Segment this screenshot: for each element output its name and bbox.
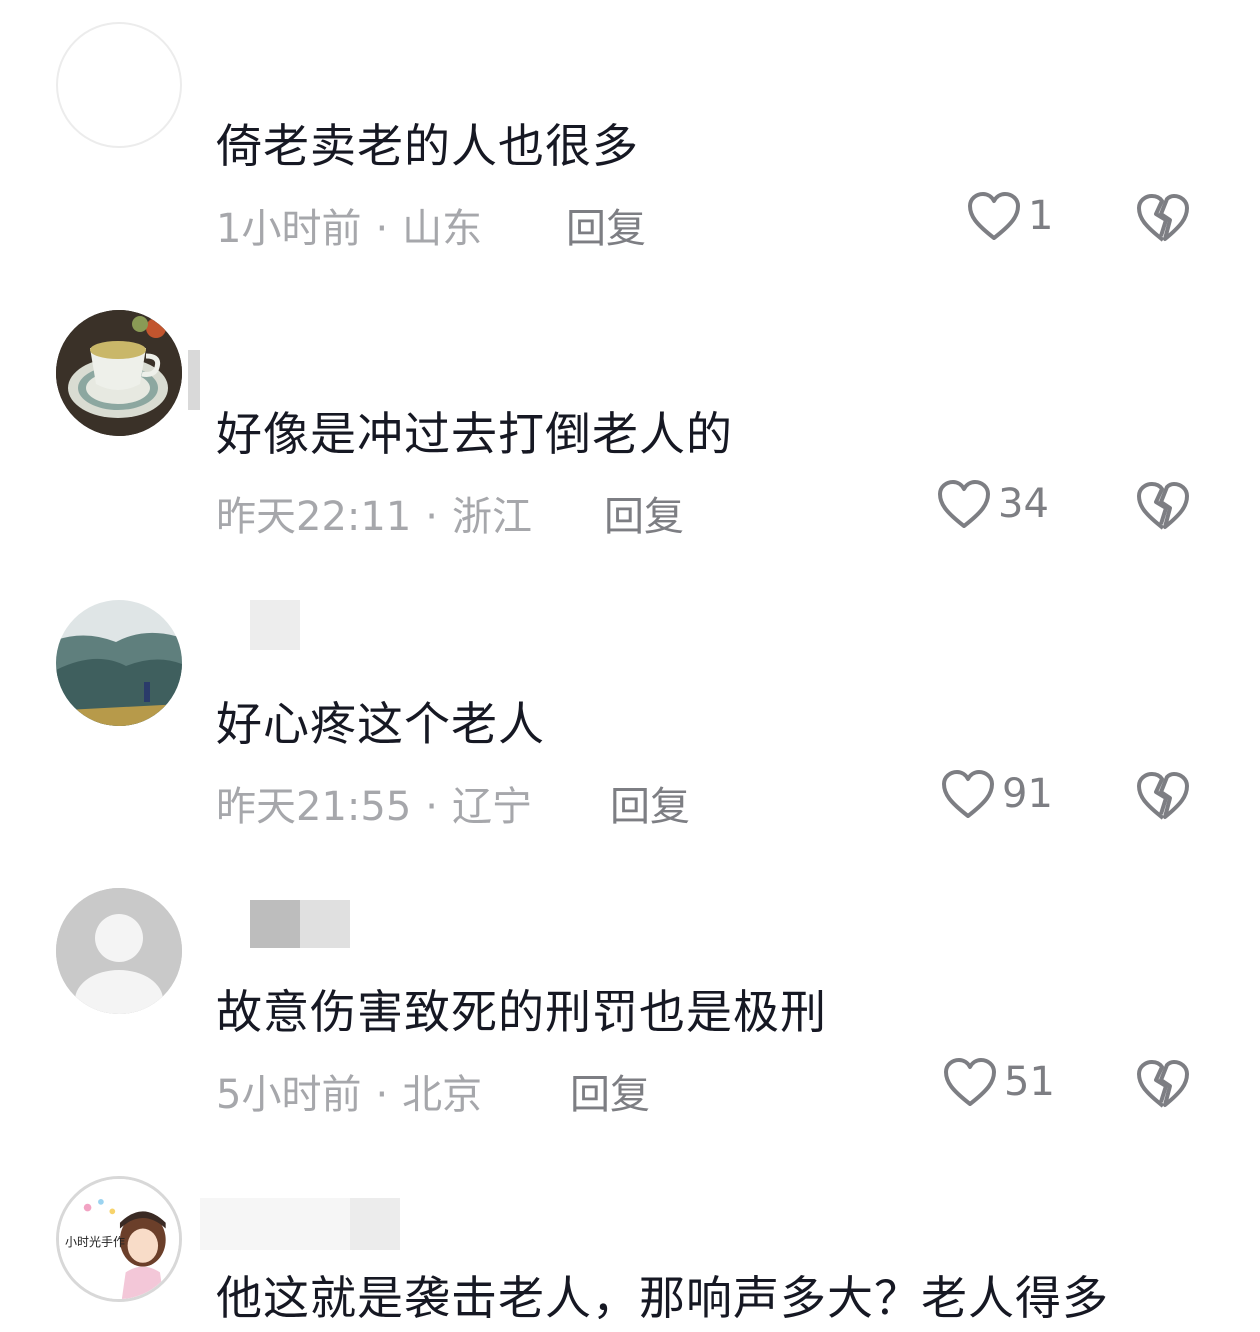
like-count: 91 <box>1002 771 1053 817</box>
blurred-username <box>188 350 200 410</box>
blurred-username <box>200 1198 350 1250</box>
reply-button[interactable]: 回复 <box>566 196 646 254</box>
separator: · <box>375 206 389 252</box>
comment-time: 1小时前 <box>216 206 362 252</box>
heart-outline-icon <box>938 480 990 528</box>
separator: · <box>425 784 438 830</box>
heart-outline-icon <box>944 1058 996 1106</box>
avatar[interactable] <box>56 888 182 1014</box>
separator: · <box>425 494 438 540</box>
reply-button[interactable]: 回复 <box>610 774 690 832</box>
dislike-button[interactable] <box>1134 192 1192 244</box>
tea-cup-image <box>56 310 182 436</box>
mountain-image <box>56 600 182 726</box>
comment-item: 倚老卖老的人也很多 1小时前 · 山东 回复 1 <box>0 22 1260 312</box>
comment-item: 好像是冲过去打倒老人的 昨天22:11 · 浙江 回复 34 <box>0 310 1260 600</box>
like-button[interactable]: 91 <box>940 768 1053 820</box>
comment-location: 北京 <box>402 1072 483 1118</box>
comment-location: 浙江 <box>452 494 532 540</box>
comment-text: 他这就是袭击老人，那响声多大？老人得多 <box>216 1271 1109 1325</box>
heart-outline-icon <box>968 192 1020 240</box>
like-button[interactable]: 1 <box>966 190 1053 242</box>
dislike-button[interactable] <box>1134 480 1192 532</box>
reply-button[interactable]: 回复 <box>570 1062 650 1120</box>
avatar[interactable] <box>56 310 182 436</box>
dislike-button[interactable] <box>1134 1058 1192 1110</box>
like-button[interactable]: 51 <box>942 1056 1055 1108</box>
blurred-username <box>350 1198 400 1250</box>
like-count: 1 <box>1028 193 1054 239</box>
avatar[interactable] <box>56 22 182 148</box>
comment-meta: 昨天21:55 · 辽宁 <box>216 774 532 832</box>
comment-time: 5小时前 <box>216 1072 362 1118</box>
comment-text: 好心疼这个老人 <box>216 697 545 751</box>
comment-item: 故意伤害致死的刑罚也是极刑 5小时前 · 北京 回复 51 <box>0 888 1260 1178</box>
blurred-username <box>300 900 350 948</box>
heart-outline-icon <box>942 770 994 818</box>
avatar[interactable] <box>56 600 182 726</box>
comment-text: 倚老卖老的人也很多 <box>216 119 639 173</box>
avatar-text: 小时光手作 <box>65 1235 126 1249</box>
dislike-button[interactable] <box>1134 770 1192 822</box>
like-count: 51 <box>1004 1059 1055 1105</box>
like-button[interactable]: 34 <box>936 478 1049 530</box>
comment-meta: 昨天22:11 · 浙江 <box>216 484 532 542</box>
default-user-icon <box>56 888 182 1014</box>
comment-location: 山东 <box>402 206 483 252</box>
comment-location: 辽宁 <box>452 784 532 830</box>
like-count: 34 <box>998 481 1049 527</box>
reply-button[interactable]: 回复 <box>604 484 684 542</box>
broken-heart-icon <box>1137 482 1189 530</box>
broken-heart-icon <box>1137 1060 1189 1108</box>
comment-text: 故意伤害致死的刑罚也是极刑 <box>216 985 827 1039</box>
comment-time: 昨天22:11 <box>216 494 412 540</box>
comment-text: 好像是冲过去打倒老人的 <box>216 407 733 461</box>
comment-item: 好心疼这个老人 昨天21:55 · 辽宁 回复 91 <box>0 600 1260 890</box>
separator: · <box>375 1072 389 1118</box>
avatar[interactable]: 小时光手作 <box>56 1176 182 1302</box>
comment-time: 昨天21:55 <box>216 784 412 830</box>
comment-meta: 5小时前 · 北京 <box>216 1062 482 1120</box>
comment-item: 小时光手作 他这就是袭击老人，那响声多大？老人得多 <box>0 1176 1260 1332</box>
blurred-username <box>250 600 300 650</box>
broken-heart-icon <box>1137 194 1189 242</box>
broken-heart-icon <box>1137 772 1189 820</box>
blurred-username <box>250 900 300 948</box>
comment-meta: 1小时前 · 山东 <box>216 196 482 254</box>
